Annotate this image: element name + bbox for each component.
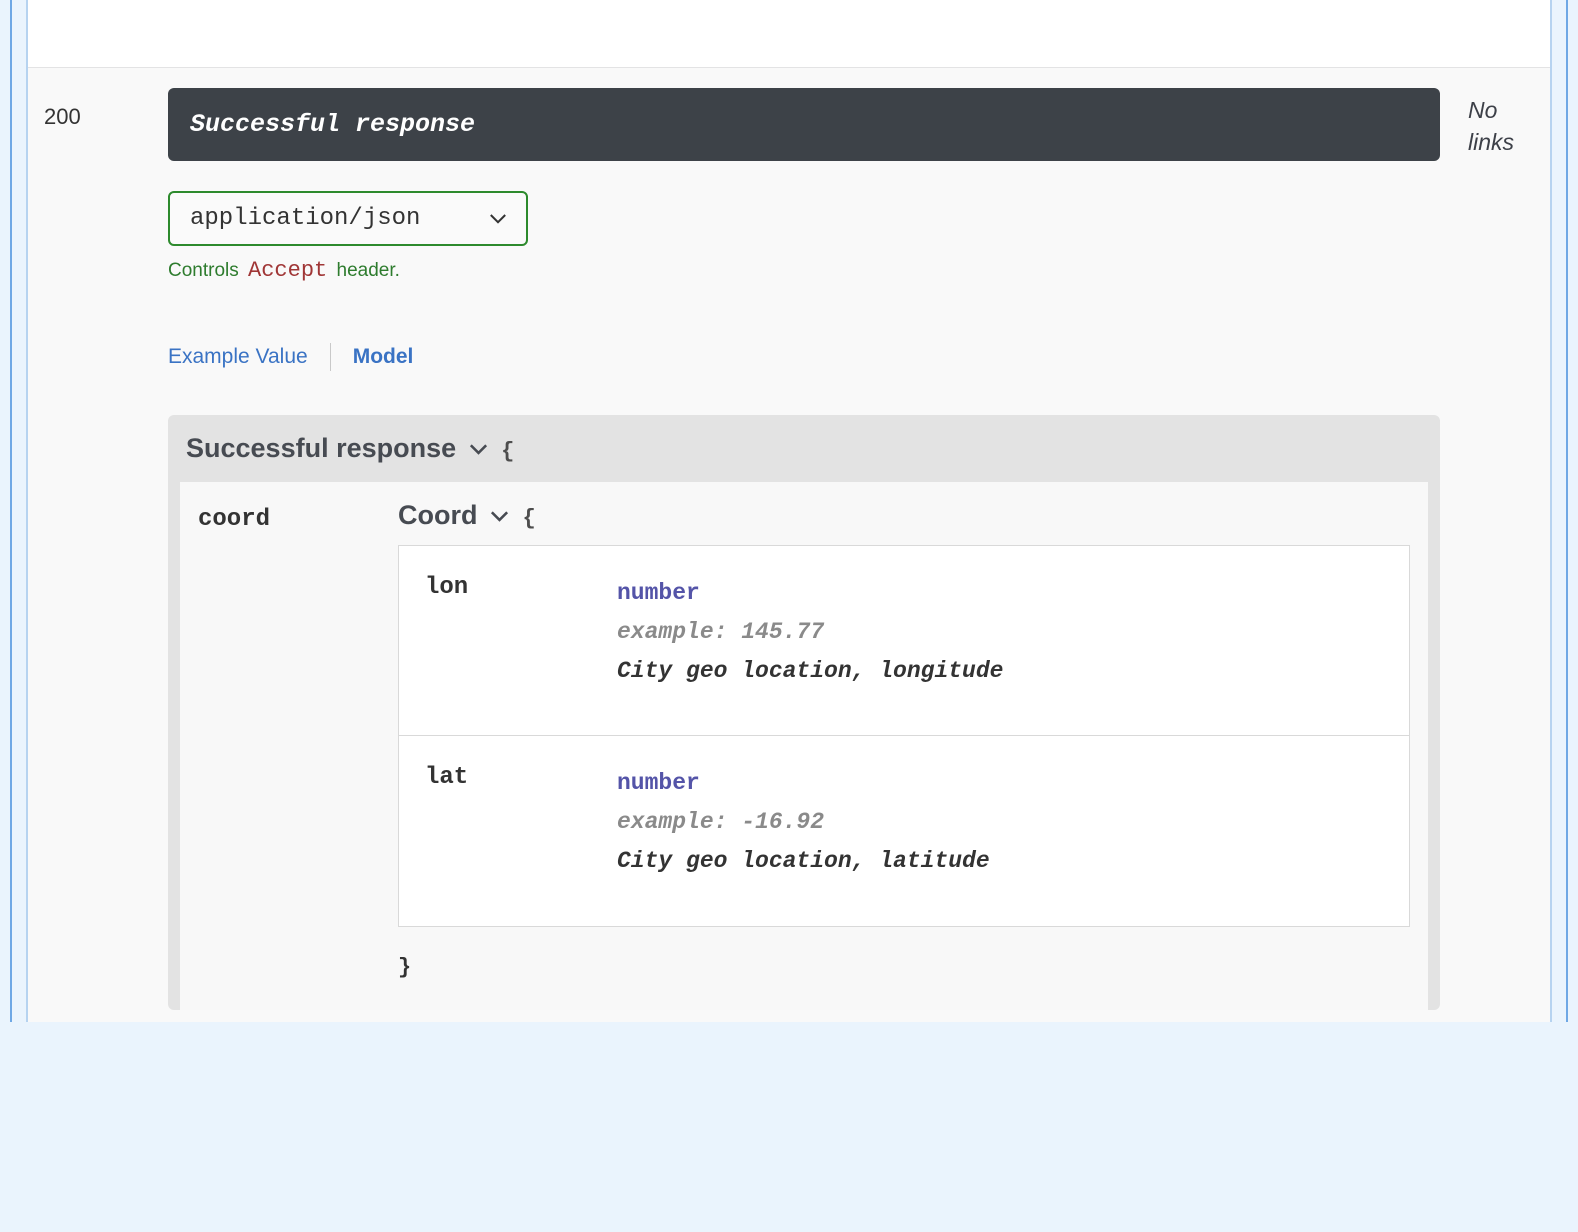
accept-hint-accept: Accept [244, 258, 331, 283]
prop-lat: lat number example: -16.92 City geo loca… [399, 736, 1409, 925]
brace-open: { [522, 506, 535, 531]
chevron-down-icon [491, 500, 508, 531]
panel-top-spacer [28, 0, 1550, 68]
prop-lon-example: example: 145.77 [617, 613, 1383, 652]
chevron-down-icon [490, 205, 506, 232]
prop-lon-name: lon [425, 574, 617, 601]
swagger-response-section: 200 Successful response application/json… [10, 0, 1568, 1022]
brace-open: { [501, 439, 514, 464]
model-schema-header[interactable]: Successful response { [168, 415, 1440, 482]
tab-example-value[interactable]: Example Value [168, 341, 308, 373]
accept-header-note: Controls Accept header. [168, 258, 1440, 283]
media-type-select[interactable]: application/json [168, 191, 528, 246]
chevron-down-icon [470, 433, 487, 464]
model-schema-box: Successful response { coord [168, 415, 1440, 1010]
coord-props-box: lon number example: 145.77 City geo loca… [398, 545, 1410, 927]
prop-lat-type: number [617, 764, 1383, 803]
response-panel: 200 Successful response application/json… [26, 0, 1552, 1022]
response-content: 200 Successful response application/json… [28, 68, 1550, 1022]
links-column: No links [1440, 88, 1540, 158]
status-code: 200 [38, 88, 168, 130]
prop-lon-type: number [617, 574, 1383, 613]
accept-hint-header: header. [337, 260, 400, 281]
prop-lon: lon number example: 145.77 City geo loca… [399, 546, 1409, 736]
model-body: coord Coord { [180, 482, 1428, 1010]
model-title: Successful response [186, 433, 456, 464]
response-description: Successful response [168, 88, 1440, 161]
prop-lat-desc: City geo location, latitude [617, 842, 1383, 881]
prop-coord-key: coord [198, 500, 398, 533]
prop-lat-example: example: -16.92 [617, 803, 1383, 842]
prop-lat-name: lat [425, 764, 617, 791]
prop-lon-desc: City geo location, longitude [617, 652, 1383, 691]
media-type-value: application/json [190, 205, 420, 232]
tab-separator [330, 343, 331, 371]
coord-type-title: Coord [398, 500, 477, 531]
tab-model[interactable]: Model [353, 341, 414, 373]
coord-brace-close: } [398, 927, 1410, 986]
coord-type-header[interactable]: Coord { [398, 500, 1410, 545]
response-tabs: Example Value Model [168, 341, 1440, 373]
accept-hint-controls: Controls [168, 260, 239, 281]
